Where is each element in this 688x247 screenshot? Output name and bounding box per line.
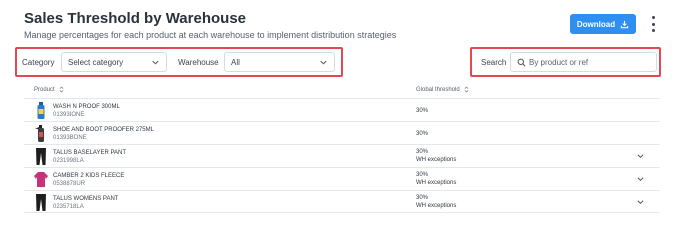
global-threshold: 30% [416,131,429,137]
chevron-down-icon [320,60,327,65]
download-button[interactable]: Download [570,14,636,34]
search-label: Search [481,58,507,67]
table-row[interactable]: TALUS WOMENS PANT 0235718LA 30% WH excep… [24,190,660,213]
wh-exceptions-label: WH exceptions [416,203,457,209]
search-icon [517,58,526,67]
table-row: WASH N PROOF 300ML 01393IONE 30% [24,98,660,121]
chevron-down-icon[interactable] [636,199,645,206]
column-header-product[interactable]: Product [34,86,64,93]
filter-group: Category Select category Warehouse All [15,47,343,77]
global-threshold: 30% [416,172,429,178]
product-thumbnail [34,125,48,142]
product-thumbnail [34,148,48,165]
sort-icon [464,86,469,93]
category-select[interactable]: Select category [61,52,167,72]
search-placeholder: By product or ref [529,57,589,67]
column-header-label: Product [34,86,55,93]
product-ref: 0538878UR [53,181,86,187]
download-label: Download [576,19,616,29]
product-name: SHOE AND BOOT PROOFER 275ML [53,127,154,133]
table-row: SHOE AND BOOT PROOFER 275ML 01393BONE 30… [24,121,660,144]
product-name: WASH N PROOF 300ML [53,104,120,110]
product-thumbnail [34,194,48,211]
product-thumbnail [34,102,48,119]
product-name: CAMBER 2 KIDS FLEECE [53,173,125,179]
product-ref: 0231998LA [53,158,84,164]
more-options-icon[interactable] [648,16,658,32]
warehouse-select[interactable]: All [224,52,335,72]
product-ref: 01393IONE [53,112,85,118]
column-header-global-threshold[interactable]: Global threshold [416,86,469,93]
category-label: Category [22,58,55,67]
chevron-down-icon[interactable] [636,176,645,183]
chevron-down-icon[interactable] [636,153,645,160]
search-input[interactable]: By product or ref [510,52,657,72]
wh-exceptions-label: WH exceptions [416,157,457,163]
product-ref: 0235718LA [53,204,84,210]
chevron-down-icon [152,60,159,65]
table-row[interactable]: CAMBER 2 KIDS FLEECE 0538878UR 30% WH ex… [24,167,660,190]
global-threshold: 30% [416,108,429,114]
page-header: Sales Threshold by Warehouse Manage perc… [24,10,396,40]
product-table: WASH N PROOF 300ML 01393IONE 30% SHOE AN… [24,98,660,213]
product-ref: 01393BONE [53,135,87,141]
column-header-label: Global threshold [416,86,460,93]
category-select-value: Select category [68,57,124,67]
warehouse-label: Warehouse [178,58,219,67]
warehouse-select-value: All [231,57,240,67]
page-subtitle: Manage percentages for each product at e… [24,30,397,40]
global-threshold: 30% [416,195,429,201]
global-threshold: 30% [416,149,429,155]
product-name: TALUS WOMENS PANT [53,196,119,202]
download-icon [620,20,629,28]
wh-exceptions-label: WH exceptions [416,180,457,186]
search-group: Search By product or ref [470,47,661,77]
sort-icon [59,86,64,93]
product-name: TALUS BASELAYER PANT [53,150,127,156]
table-row[interactable]: TALUS BASELAYER PANT 0231998LA 30% WH ex… [24,144,660,167]
product-thumbnail [34,171,48,188]
page-title: Sales Threshold by Warehouse [24,10,247,27]
